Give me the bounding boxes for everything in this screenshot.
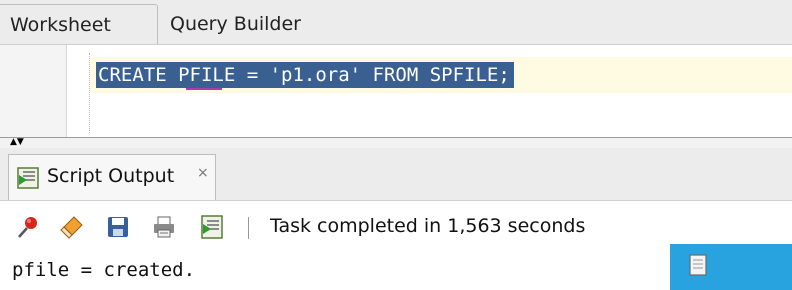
document-icon	[689, 254, 707, 276]
line-gutter	[0, 45, 67, 137]
script-output-icon	[17, 167, 39, 189]
tab-script-output[interactable]: Script Output ×	[8, 154, 216, 200]
tab-query-builder[interactable]: Query Builder	[170, 4, 370, 44]
script-output-label: Script Output	[47, 165, 175, 187]
task-status-text: Task completed in 1,563 seconds	[270, 215, 586, 237]
save-icon[interactable]	[106, 215, 130, 239]
toolbar-separator	[248, 217, 249, 239]
output-tab-bar: Script Output ×	[0, 148, 792, 201]
editor-tab-bar: Worksheet Query Builder	[0, 0, 792, 45]
corner-tile	[670, 244, 792, 290]
script-output-icon[interactable]	[200, 215, 224, 239]
output-result-text: pfile = created.	[12, 259, 196, 281]
print-icon[interactable]	[152, 215, 176, 239]
tab-worksheet[interactable]: Worksheet	[0, 4, 158, 44]
close-icon[interactable]: ×	[197, 165, 209, 181]
eraser-icon[interactable]	[60, 215, 84, 239]
sql-editor[interactable]: CREATE PFILE = 'p1.ora' FROM SPFILE;	[0, 45, 792, 137]
splitter-arrows-icon[interactable]: ▲▼	[10, 138, 24, 147]
pin-icon[interactable]	[16, 215, 40, 239]
spelling-underline	[186, 85, 222, 90]
sql-statement[interactable]: CREATE PFILE = 'p1.ora' FROM SPFILE;	[96, 62, 514, 88]
